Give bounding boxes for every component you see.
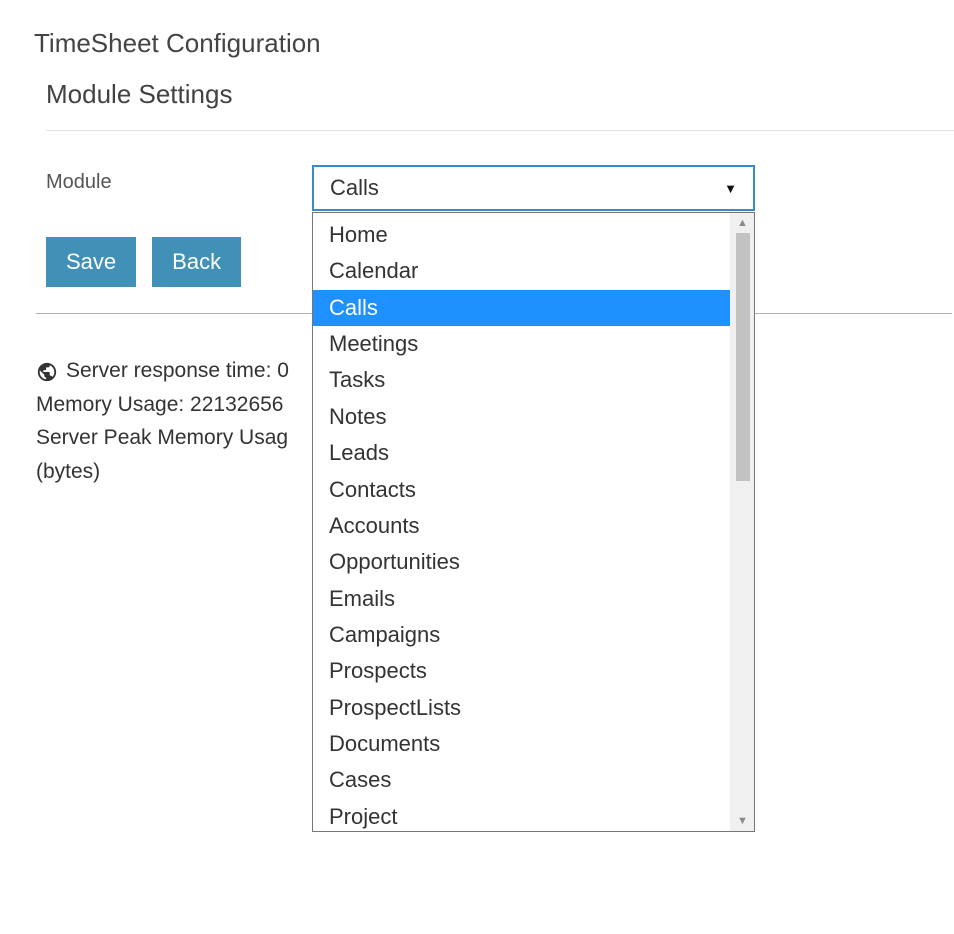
dropdown-option[interactable]: Calendar: [313, 253, 730, 289]
dropdown-option[interactable]: Leads: [313, 435, 730, 471]
dropdown-option[interactable]: Documents: [313, 726, 730, 762]
dropdown-option[interactable]: Home: [313, 217, 730, 253]
dropdown-option[interactable]: Prospects: [313, 653, 730, 689]
dropdown-option[interactable]: Accounts: [313, 508, 730, 544]
scroll-thumb[interactable]: [736, 233, 750, 481]
dropdown-option[interactable]: Project: [313, 799, 730, 831]
back-button[interactable]: Back: [152, 237, 241, 287]
dropdown-option[interactable]: ProspectLists: [313, 690, 730, 726]
section-title: Module Settings: [46, 79, 954, 130]
module-label: Module: [46, 165, 312, 194]
dropdown-scrollbar[interactable]: ▲ ▼: [730, 213, 754, 831]
dropdown-option[interactable]: Cases: [313, 762, 730, 798]
dropdown-option[interactable]: Meetings: [313, 326, 730, 362]
dropdown-option[interactable]: Tasks: [313, 362, 730, 398]
dropdown-option[interactable]: Emails: [313, 581, 730, 617]
module-row: Module Calls ▼ HomeCalendarCallsMeetings…: [46, 165, 954, 211]
scroll-down-icon[interactable]: ▼: [731, 811, 755, 831]
chevron-down-icon: ▼: [724, 181, 737, 196]
scroll-up-icon[interactable]: ▲: [731, 213, 755, 233]
page-title: TimeSheet Configuration: [34, 28, 954, 59]
dropdown-option[interactable]: Opportunities: [313, 544, 730, 580]
save-button[interactable]: Save: [46, 237, 136, 287]
globe-icon: [36, 360, 58, 382]
dropdown-option[interactable]: Contacts: [313, 472, 730, 508]
module-select-value: Calls: [330, 175, 379, 201]
module-dropdown: HomeCalendarCallsMeetingsTasksNotesLeads…: [312, 212, 755, 832]
scroll-track[interactable]: [731, 233, 755, 811]
dropdown-option[interactable]: Calls: [313, 290, 730, 326]
dropdown-option[interactable]: Campaigns: [313, 617, 730, 653]
dropdown-option[interactable]: Notes: [313, 399, 730, 435]
response-time-text: Server response time: 0: [66, 354, 289, 388]
divider: [46, 130, 954, 131]
module-select[interactable]: Calls ▼: [312, 165, 755, 211]
